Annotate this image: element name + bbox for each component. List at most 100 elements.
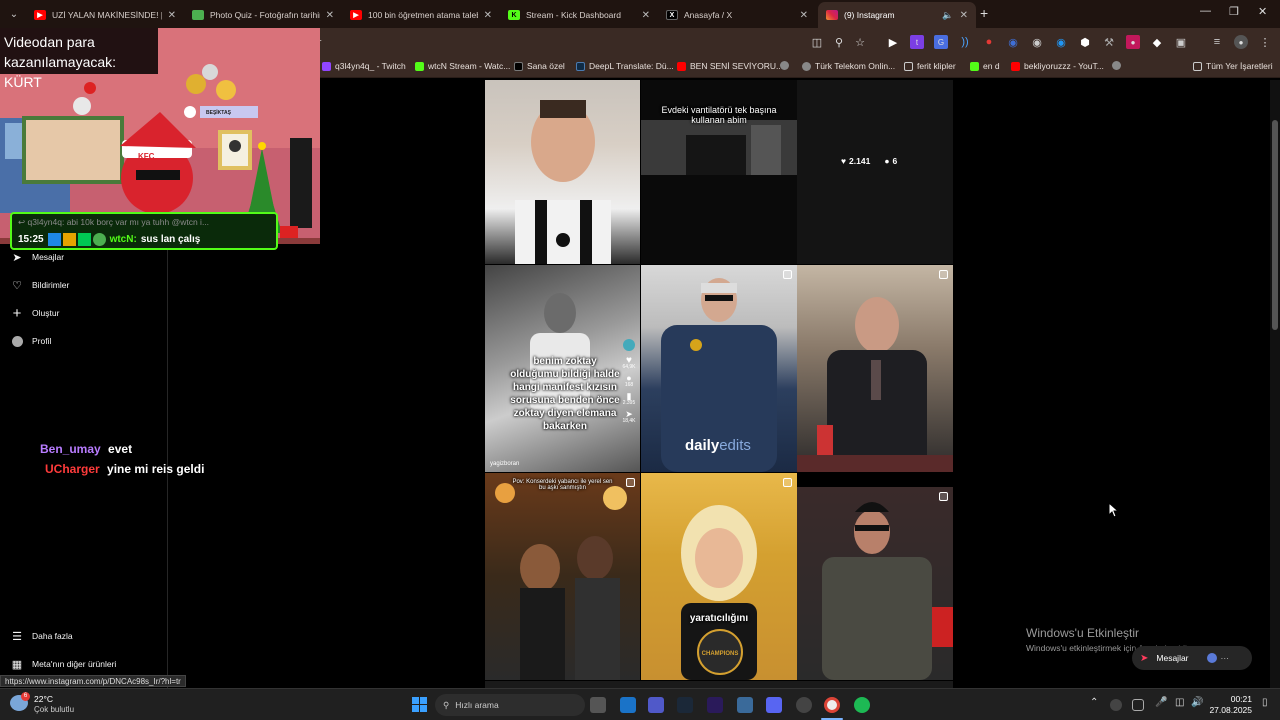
tab-youtube-ogretmen[interactable]: ▶ 100 bin öğretmen atama talebi ✕ — [342, 2, 500, 28]
nav-profile[interactable]: Profil — [10, 334, 51, 348]
bookmark-world[interactable] — [780, 61, 793, 70]
bookmark-youtube-bekliyoruz[interactable]: bekliyoruzzz - YouT... — [1011, 61, 1104, 71]
chrome-icon[interactable] — [824, 697, 840, 713]
bookmark-deepl[interactable]: DeepL Translate: Dü... — [576, 61, 674, 71]
discord-icon[interactable] — [766, 697, 782, 713]
post-tile[interactable]: Pov: Konserdeki yabancı ile yerel sen bu… — [485, 473, 640, 680]
shield-extension-icon[interactable]: ◉ — [1006, 35, 1020, 49]
post-tile[interactable] — [797, 487, 953, 680]
tab-instagram[interactable]: (9) Instagram 🔈 ✕ — [818, 2, 976, 28]
bookmark-world-2[interactable] — [1112, 61, 1125, 70]
show-hidden-icons[interactable]: ⌃ — [1090, 697, 1098, 708]
close-tab-icon[interactable]: ✕ — [642, 10, 650, 21]
steam-icon[interactable] — [677, 697, 693, 713]
post-tile[interactable] — [797, 265, 953, 472]
nav-notifications[interactable]: ♡ Bildirimler — [10, 278, 69, 292]
page-scrollbar[interactable] — [1270, 80, 1280, 688]
minimize-button[interactable]: — — [1200, 5, 1211, 17]
twitch-extension-icon[interactable]: t — [910, 35, 924, 49]
notification-icon[interactable]: ▯ — [1262, 697, 1268, 708]
close-window-button[interactable]: ✕ — [1258, 5, 1267, 18]
bookmark-twitch[interactable]: q3l4yn4q_ - Twitch — [322, 61, 406, 71]
nav-messages[interactable]: ➤ Mesajlar — [10, 250, 64, 264]
weather-temp[interactable]: 22°C — [34, 694, 53, 704]
link-status-bar: https://www.instagram.com/p/DNCAc98s_Ir/… — [0, 675, 186, 687]
obs-icon[interactable] — [796, 697, 812, 713]
bookmark-turk-telekom[interactable]: Türk Telekom Onlin... — [802, 61, 895, 71]
maximize-button[interactable]: ❐ — [1229, 5, 1239, 18]
taskbar-search[interactable]: ⚲ Hızlı arama — [435, 694, 585, 716]
bookmark-youtube-seviyorum[interactable]: BEN SENİ SEVİYORU... — [677, 61, 783, 71]
premiere-icon[interactable] — [707, 697, 723, 713]
close-tab-icon[interactable]: ✕ — [960, 10, 968, 21]
weather-desc[interactable]: Çok bulutlu — [34, 705, 74, 714]
spotify-icon[interactable] — [854, 697, 870, 713]
close-tab-icon[interactable]: ✕ — [484, 10, 492, 21]
tab-list-button[interactable]: ⌄ — [4, 4, 24, 24]
globe-icon — [780, 61, 789, 70]
clock-time[interactable]: 00:21 — [1212, 694, 1252, 704]
messenger-icon: ➤ — [12, 251, 22, 264]
close-tab-icon[interactable]: ✕ — [326, 10, 334, 21]
bookmark-kick-end[interactable]: en d — [970, 61, 1000, 71]
nav-meta-products[interactable]: ▦ Meta'nın diğer ürünleri — [10, 657, 117, 671]
zoom-icon[interactable]: ⚲ — [832, 35, 846, 49]
youtube-icon: ▶ — [34, 10, 46, 20]
all-bookmarks-button[interactable]: Tüm Yer İşaretleri — [1193, 61, 1273, 71]
tray-app-icon[interactable] — [1110, 699, 1122, 711]
install-app-icon[interactable]: ◫ — [810, 35, 824, 49]
tray-app-icon[interactable] — [1132, 699, 1144, 711]
post-tile[interactable]: dailyedits — [641, 265, 797, 472]
wall-sign: BEŞİKTAŞ — [206, 110, 231, 116]
comment-icon: ● — [626, 373, 632, 383]
instagram-icon — [826, 10, 838, 20]
windows-start-icon[interactable] — [412, 697, 427, 712]
post-tile[interactable]: yaratıcılığını CHAMPIONS — [641, 473, 797, 680]
task-view-icon[interactable] — [590, 697, 606, 713]
extensions-puzzle-icon[interactable]: ▣ — [1174, 35, 1188, 49]
close-tab-icon[interactable]: ✕ — [800, 10, 808, 21]
audio-extension-icon[interactable]: )) — [958, 35, 972, 49]
teams-icon[interactable] — [648, 697, 664, 713]
gift-badge-icon — [77, 233, 91, 246]
post-tile[interactable] — [485, 80, 640, 264]
post-tile-hovered[interactable]: ♥ 2.141 ● 6 — [797, 80, 953, 264]
speaker-icon[interactable]: 🔈 — [942, 10, 953, 21]
close-tab-icon[interactable]: ✕ — [168, 10, 176, 21]
post-tile[interactable]: Evdeki vantilatörü tek başına kullanan a… — [641, 80, 797, 264]
clock-date[interactable]: 27.08.2025 — [1200, 705, 1252, 715]
bookmark-star-icon[interactable]: ☆ — [853, 35, 867, 49]
bookmark-x[interactable]: Sana özel — [514, 61, 565, 71]
bookmark-kick-stream[interactable]: wtcN Stream - Watc... — [415, 61, 510, 71]
tab-youtube-uzi[interactable]: ▶ UZİ YALAN MAKİNESİNDE! | #P ✕ — [26, 2, 184, 28]
diamond-extension-icon[interactable]: ◆ — [1150, 35, 1164, 49]
shape-extension-icon[interactable]: ⬢ — [1078, 35, 1092, 49]
settings-app-icon[interactable] — [737, 697, 753, 713]
pin-extension-icon[interactable]: ● — [982, 35, 996, 49]
microphone-icon[interactable]: 🎤 — [1155, 697, 1167, 708]
play-extension-icon[interactable]: ▶ — [886, 35, 900, 49]
post-tile[interactable]: benim zoktay olduğumu bildiği halde hang… — [485, 265, 640, 472]
chat-message: UCharger yine mi reis geldi — [45, 462, 204, 476]
media-control-icon[interactable]: ≡ — [1210, 35, 1224, 49]
browser-menu-icon[interactable]: ⋮ — [1258, 35, 1272, 49]
tab-kick-dashboard[interactable]: K Stream - Kick Dashboard ✕ — [500, 2, 658, 28]
nav-create[interactable]: + Oluştur — [10, 305, 60, 322]
scrollbar-thumb[interactable] — [1272, 120, 1278, 330]
tab-photo-quiz[interactable]: Photo Quiz - Fotoğrafın tarihim ✕ — [184, 2, 342, 28]
mask-extension-icon[interactable]: ● — [1126, 35, 1140, 49]
new-tab-button[interactable]: + — [980, 5, 988, 21]
translate-extension-icon[interactable]: G — [934, 35, 948, 49]
bookmark-folder-ferit[interactable]: ferit klipler — [904, 61, 956, 71]
outlook-icon[interactable] — [620, 697, 636, 713]
reel-icon — [626, 478, 635, 487]
cat-extension-icon[interactable]: ◉ — [1030, 35, 1044, 49]
tab-x-home[interactable]: X Anasayfa / X ✕ — [658, 2, 816, 28]
deepl-icon — [576, 61, 585, 71]
profile-avatar-icon[interactable]: ● — [1234, 35, 1248, 49]
network-icon[interactable]: ◫ — [1175, 697, 1184, 708]
messages-floating-button[interactable]: ➤ Mesajlar ⋯ — [1132, 646, 1252, 670]
tool-extension-icon[interactable]: ⚒ — [1102, 35, 1116, 49]
nav-more[interactable]: ☰ Daha fazla — [10, 629, 73, 643]
color-extension-icon[interactable]: ◉ — [1054, 35, 1068, 49]
